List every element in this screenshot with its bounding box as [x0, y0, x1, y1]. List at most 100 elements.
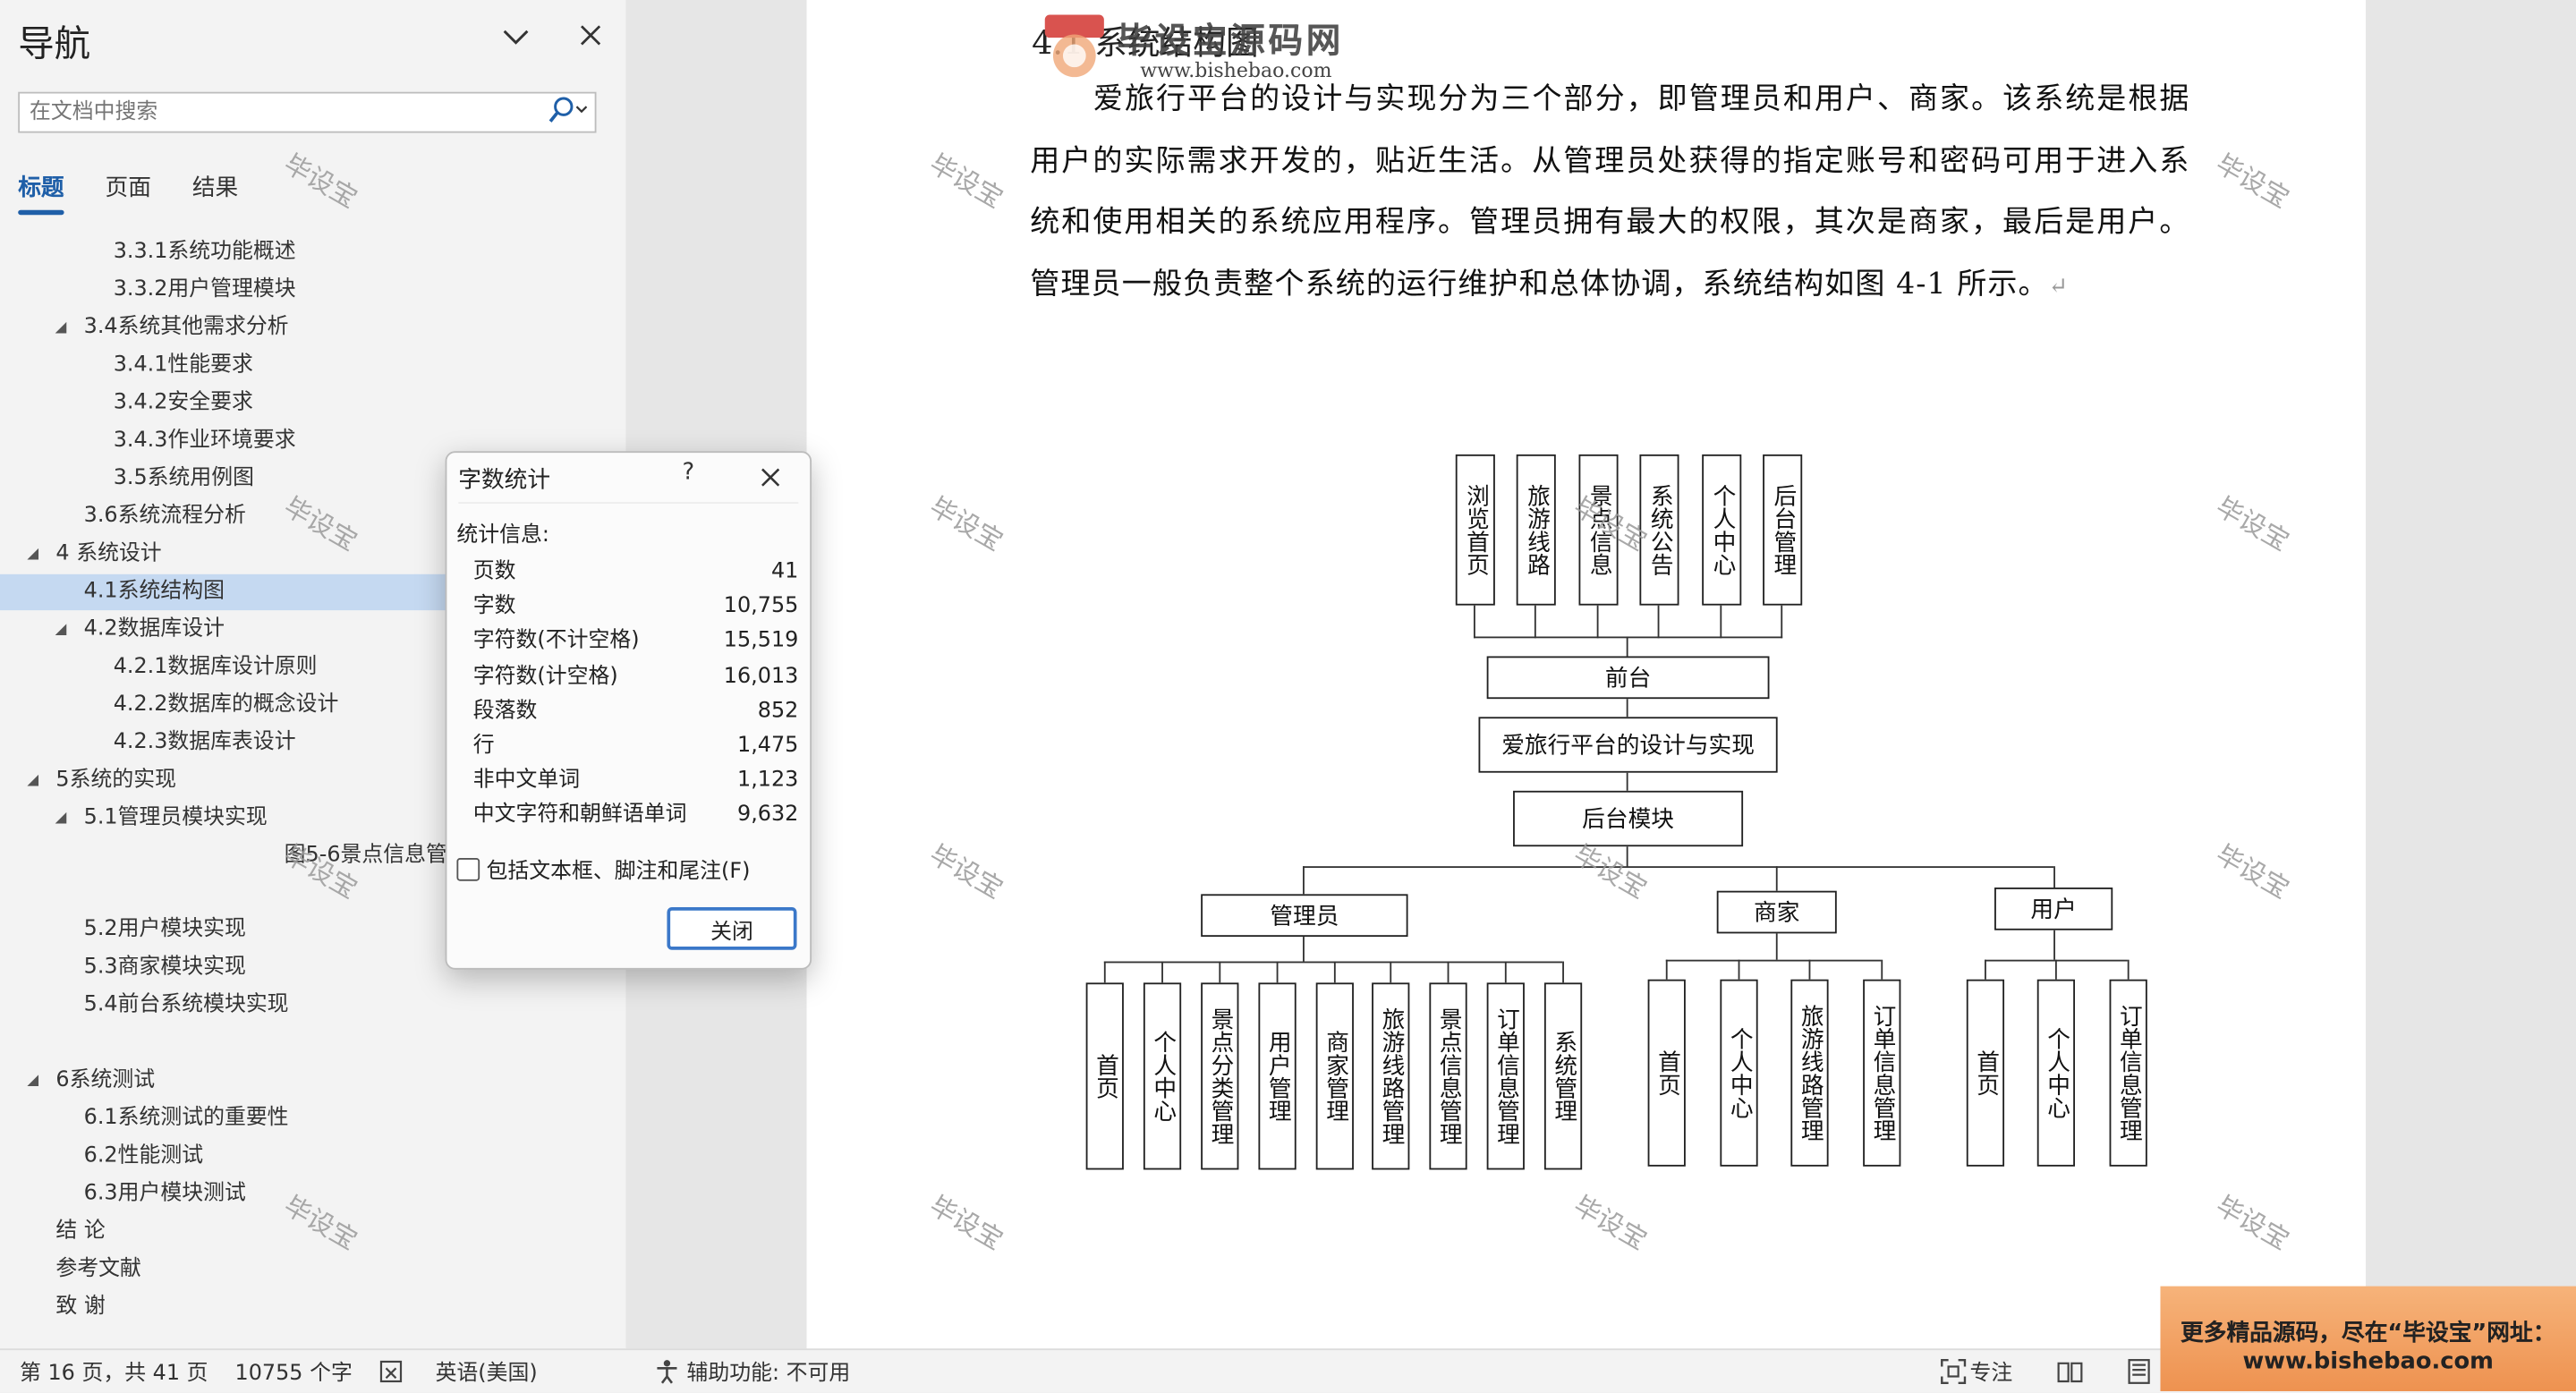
tree-item[interactable]: 3.3.2用户管理模块 [0, 272, 626, 308]
tree-item[interactable]: 致 谢 [0, 1289, 626, 1325]
diagram-leaf: 首页 [1647, 979, 1686, 1167]
stat-label: 页数 [472, 559, 516, 584]
tab-headings[interactable]: 标题 [18, 171, 64, 216]
nav-close-button[interactable] [570, 16, 609, 55]
collapse-triangle-icon[interactable]: ◢ [25, 763, 41, 799]
checkbox-label: 包括文本框、脚注和尾注(F) [486, 859, 751, 885]
stat-value: 1,475 [737, 733, 799, 759]
tree-item-label: 3.4.2安全要求 [113, 390, 253, 415]
tree-item-label: 4 系统设计 [55, 541, 162, 566]
stat-row: 字符数(不计空格) 15,519 [473, 624, 799, 658]
accessibility-status[interactable]: 辅助功能: 不可用 [686, 1355, 850, 1387]
tree-item-label: 3.3.2用户管理模块 [113, 276, 296, 302]
chevron-down-icon [503, 21, 529, 52]
tree-item-label: 5.2用户模块实现 [83, 917, 246, 942]
read-mode-icon[interactable] [2055, 1356, 2085, 1386]
diagram-leaf: 订单信息管理 [1863, 979, 1901, 1167]
diagram-leaf: 个人中心 [2036, 979, 2075, 1167]
paragraph-text: 爱旅行平台的设计与实现分为三个部分，即管理员和用户、商家。该系统是根据用户的实际… [1030, 81, 2190, 302]
tree-item[interactable]: ◢ 3.4系统其他需求分析 [0, 310, 626, 346]
nav-options-button[interactable] [497, 16, 536, 55]
tree-item-label: 3.4.1性能要求 [113, 352, 253, 378]
tree-item-label: 6.3用户模块测试 [83, 1181, 246, 1206]
diagram-node-backend: 后台模块 [1513, 790, 1744, 847]
collapse-triangle-icon[interactable]: ◢ [25, 537, 41, 573]
collapse-triangle-icon[interactable]: ◢ [53, 612, 69, 648]
dialog-title: 字数统计 [458, 467, 551, 494]
stat-label: 字数 [472, 593, 516, 619]
focus-mode-button[interactable]: 专注 [1969, 1355, 2012, 1387]
logo-text: 毕设宝源码网 [1117, 21, 1344, 61]
tree-item-label: 参考文献 [55, 1256, 141, 1282]
tree-item-label: 6系统测试 [55, 1067, 156, 1093]
search-icon [546, 94, 589, 130]
diagram-node: 个人中心 [1702, 454, 1742, 606]
tree-item[interactable]: 3.4.2安全要求 [0, 386, 626, 421]
diagram-node: 浏览首页 [1455, 454, 1495, 606]
diagram-leaf: 景点信息管理 [1429, 982, 1467, 1170]
stat-row: 中文字符和朝鲜语单词 9,632 [473, 797, 799, 832]
collapse-triangle-icon[interactable]: ◢ [25, 1063, 41, 1099]
stat-label: 字符数(计空格) [472, 664, 618, 690]
print-layout-icon[interactable] [2124, 1356, 2154, 1386]
search-box [18, 91, 597, 133]
stat-row: 字符数(计空格) 16,013 [473, 659, 799, 694]
close-button[interactable]: 关闭 [667, 907, 797, 950]
tree-item[interactable]: 参考文献 [0, 1252, 626, 1287]
dialog-close-button[interactable] [751, 459, 790, 495]
tree-item[interactable]: 3.3.1系统功能概述 [0, 234, 626, 270]
body-paragraph[interactable]: 爱旅行平台的设计与实现分为三个部分，即管理员和用户、商家。该系统是根据用户的实际… [1030, 69, 2189, 319]
stat-row: 页数 41 [473, 555, 799, 590]
collapse-triangle-icon[interactable]: ◢ [53, 801, 69, 837]
tree-item-label: 6.1系统测试的重要性 [83, 1105, 289, 1131]
tree-item-label: 致 谢 [55, 1294, 106, 1320]
promo-banner[interactable]: 更多精品源码，尽在“毕设宝”网址： www.bishebao.com [2160, 1286, 2576, 1391]
word-count[interactable]: 10755 个字 [235, 1355, 353, 1387]
tree-item[interactable]: 3.4.1性能要求 [0, 348, 626, 384]
diagram-leaf: 景点分类管理 [1201, 982, 1239, 1170]
focus-icon[interactable] [1939, 1356, 1968, 1386]
search-input[interactable] [20, 93, 549, 132]
tree-item[interactable]: 6.1系统测试的重要性 [0, 1100, 626, 1136]
page-count[interactable]: 第 16 页，共 41 页 [20, 1355, 208, 1387]
help-button[interactable]: ? [674, 459, 703, 492]
checkbox-box[interactable] [456, 858, 480, 881]
stat-value: 10,755 [723, 593, 799, 619]
paragraph-mark: ↵ [2048, 273, 2070, 300]
word-count-dialog: 字数统计 ? 统计信息: 页数 41 字数 10,755 字符数(不计空格) 15,5… [445, 451, 812, 970]
stat-value: 9,632 [737, 802, 799, 828]
stat-value: 852 [757, 699, 799, 724]
diagram-leaf: 旅游线路管理 [1790, 979, 1829, 1167]
diagram-leaf: 首页 [1085, 982, 1124, 1170]
stat-label: 非中文单词 [472, 768, 581, 793]
tree-item-label: 4.1系统结构图 [83, 579, 225, 604]
tree-item[interactable]: ◢ 6系统测试 [0, 1063, 626, 1099]
stat-row: 字数 10,755 [473, 589, 799, 624]
diagram-leaf: 商家管理 [1315, 982, 1354, 1170]
tree-item-label: 5.1管理员模块实现 [83, 805, 268, 830]
diagram-leaf: 订单信息管理 [2109, 979, 2147, 1167]
language-status[interactable]: 英语(美国) [436, 1355, 538, 1387]
diagram-node-admin: 管理员 [1201, 894, 1408, 938]
diagram-node-front: 前台 [1486, 656, 1770, 700]
tree-item-label: 4.2.1数据库设计原则 [113, 654, 318, 680]
search-button[interactable] [542, 95, 591, 130]
diagram-leaf: 个人中心 [1720, 979, 1758, 1167]
diagram-leaf: 首页 [1966, 979, 2005, 1167]
tab-results[interactable]: 结果 [192, 171, 238, 204]
proofing-icon[interactable] [378, 1356, 407, 1386]
stat-value: 16,013 [723, 664, 799, 690]
diagram-node: 旅游线路 [1516, 454, 1556, 606]
diagram-leaf: 个人中心 [1143, 982, 1182, 1170]
accessibility-icon[interactable] [652, 1356, 682, 1386]
tree-item-label: 3.4.3作业环境要求 [113, 428, 296, 454]
nav-title: 导航 [18, 24, 91, 66]
stat-row: 段落数 852 [473, 694, 799, 729]
tree-item[interactable]: 5.4前台系统模块实现 [0, 988, 626, 1024]
stat-row: 非中文单词 1,123 [473, 763, 799, 798]
tree-item-label: 3.5系统用例图 [113, 465, 255, 491]
tree-item[interactable]: 6.2性能测试 [0, 1139, 626, 1175]
include-textboxes-checkbox[interactable]: 包括文本框、脚注和尾注(F) [456, 854, 751, 885]
tab-pages[interactable]: 页面 [106, 171, 151, 204]
collapse-triangle-icon[interactable]: ◢ [53, 310, 69, 346]
